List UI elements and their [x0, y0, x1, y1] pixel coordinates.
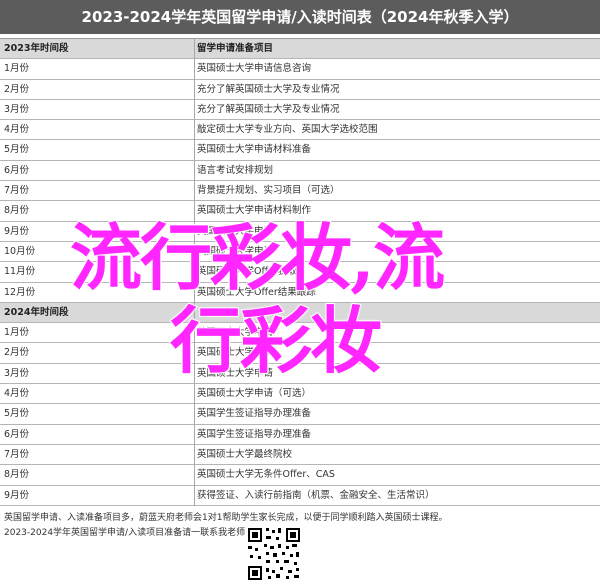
table-row: 10月份 英国硕士大学申请: [0, 242, 600, 263]
row-period: 11月份: [4, 266, 36, 278]
table-row: 4月份 英国硕士大学申请（可选）: [0, 384, 600, 405]
row-item: 英国硕士大学Offer结果跟踪: [197, 286, 316, 298]
table-row: 7月份 背景提升规划、实习项目（可选）: [0, 181, 600, 202]
row-period: 3月份: [4, 103, 30, 115]
table-row: 9月份 英国硕士大学申请: [0, 222, 600, 242]
row-period: 1月份: [4, 327, 30, 339]
row-item: 英国学生签证指导办理准备: [197, 408, 312, 420]
table-row: 5月份 英国硕士大学申请材料准备: [0, 140, 600, 161]
table-header-2024: 2024年时间段: [0, 302, 600, 324]
column-divider: [194, 38, 195, 506]
row-period: 9月份: [4, 225, 30, 237]
footer-line-1: 英国留学申请、入读准备项目多，蔚蓝天府老师会1对1帮助学生家长完成，以便于同学顺…: [4, 513, 448, 523]
table-row: 3月份 充分了解英国硕士大学及专业情况: [0, 100, 600, 121]
row-item: 英国硕士大学Offer获取: [197, 266, 297, 278]
row-item: 充分了解英国硕士大学及专业情况: [197, 83, 340, 95]
schedule-table: 2023年时间段 留学申请准备项目 1月份 英国硕士大学申请信息咨询 2月份 充分了解…: [0, 38, 600, 506]
table-row: 3月份 英国硕士大学申请: [0, 364, 600, 385]
qr-code-icon: [246, 526, 302, 582]
row-item: 英国硕士大学申请（可选）: [197, 388, 312, 400]
header-item-2024: [197, 303, 597, 322]
table-row: 7月份 英国硕士大学最终院校: [0, 445, 600, 466]
row-item: 充分了解英国硕士大学及专业情况: [197, 103, 340, 115]
row-period: 8月份: [4, 469, 30, 481]
row-item: 英国硕士大学申请: [197, 347, 274, 359]
row-period: 5月份: [4, 408, 30, 420]
row-period: 9月份: [4, 489, 30, 501]
row-period: 7月份: [4, 185, 30, 197]
row-item: 英国硕士大学申请信息咨询: [197, 63, 312, 75]
row-period: 10月份: [4, 245, 36, 257]
table-row: 4月份 敲定硕士大学专业方向、英国大学选校范围: [0, 120, 600, 141]
row-item: 英国硕士大学申请: [197, 327, 274, 339]
row-period: 2月份: [4, 347, 30, 359]
table-row: 1月份 英国硕士大学申请: [0, 323, 600, 344]
table-row: 9月份 获得签证、入读行前指南（机票、金融安全、生活常识）: [0, 486, 600, 506]
row-period: 5月份: [4, 144, 30, 156]
table-row: 8月份 英国硕士大学申请材料制作: [0, 201, 600, 222]
document-page: 2023-2024学年英国留学申请/入读时间表（2024年秋季入学） 2023年…: [0, 0, 600, 584]
table-row: 1月份 英国硕士大学申请信息咨询: [0, 59, 600, 80]
row-period: 12月份: [4, 286, 36, 298]
row-period: 4月份: [4, 388, 30, 400]
row-item: 语言考试安排规划: [197, 164, 274, 176]
row-item: 英国硕士大学申请: [197, 367, 274, 379]
row-period: 8月份: [4, 205, 30, 217]
row-period: 2月份: [4, 83, 30, 95]
row-item: 英国硕士大学申请: [197, 245, 274, 257]
row-period: 7月份: [4, 448, 30, 460]
document-title: 2023-2024学年英国留学申请/入读时间表（2024年秋季入学）: [0, 0, 600, 34]
header-item: 留学申请准备项目: [197, 43, 274, 54]
row-item: 英国硕士大学最终院校: [197, 448, 293, 460]
table-header-2023: 2023年时间段 留学申请准备项目: [0, 39, 600, 60]
row-period: 6月份: [4, 164, 30, 176]
table-row: 5月份 英国学生签证指导办理准备: [0, 404, 600, 425]
row-period: 4月份: [4, 124, 30, 136]
header-period-2024: 2024年时间段: [4, 306, 69, 318]
row-item: 英国硕士大学申请材料制作: [197, 205, 312, 217]
row-item: 英国学生签证指导办理准备: [197, 428, 312, 440]
table-row: 8月份 英国硕士大学无条件Offer、CAS: [0, 465, 600, 486]
table-row: 6月份 英国学生签证指导办理准备: [0, 425, 600, 445]
table-row: 12月份 英国硕士大学Offer结果跟踪: [0, 283, 600, 303]
row-item: 敲定硕士大学专业方向、英国大学选校范围: [197, 124, 378, 136]
table-row: 6月份 语言考试安排规划: [0, 161, 600, 182]
table-row: 2月份 充分了解英国硕士大学及专业情况: [0, 80, 600, 100]
row-item: 英国硕士大学申请: [197, 225, 274, 237]
row-period: 6月份: [4, 428, 30, 440]
row-item: 英国硕士大学无条件Offer、CAS: [197, 469, 335, 481]
header-period: 2023年时间段: [4, 43, 69, 54]
table-row: 11月份 英国硕士大学Offer获取: [0, 262, 600, 283]
row-item: 获得签证、入读行前指南（机票、金融安全、生活常识）: [197, 489, 435, 501]
row-period: 1月份: [4, 63, 30, 75]
row-period: 3月份: [4, 367, 30, 379]
row-item: 英国硕士大学申请材料准备: [197, 144, 312, 156]
table-row: 2月份 英国硕士大学申请: [0, 343, 600, 364]
row-item: 背景提升规划、实习项目（可选）: [197, 185, 340, 197]
